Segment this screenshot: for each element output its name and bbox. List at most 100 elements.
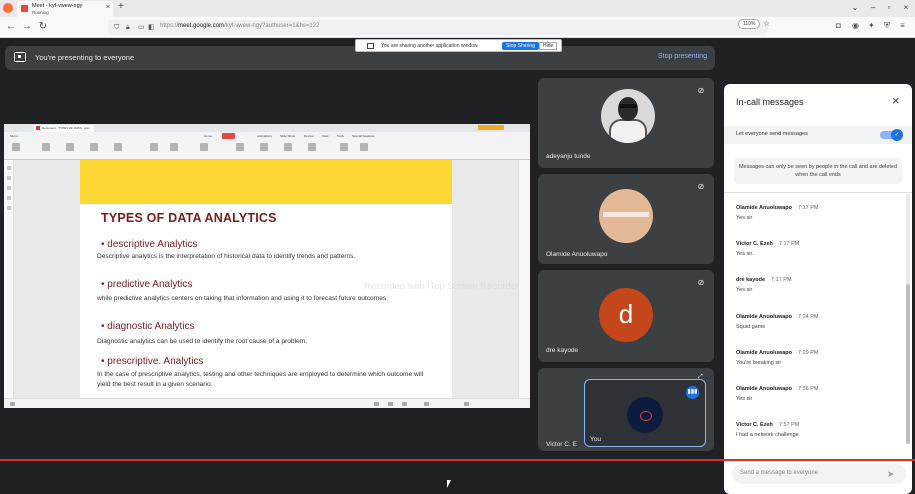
new-tab-icon[interactable]: + xyxy=(118,2,124,12)
chat-message: dre kayode 7:17 PM Yes sir xyxy=(736,277,792,293)
presentation-tool-icon xyxy=(200,143,208,151)
forward-icon[interactable]: → xyxy=(20,20,34,34)
chat-message: Victor C. Ezeh 7:57 PM I had a network ch… xyxy=(736,422,800,438)
message-time: 7:17 PM xyxy=(771,277,792,283)
presentation-app-menu-item: Slide Show xyxy=(280,134,296,138)
back-icon[interactable]: ← xyxy=(4,20,18,34)
presentation-tool-icon xyxy=(360,143,368,151)
chat-panel-title: In-call messages xyxy=(736,97,804,107)
mic-off-icon: ⊘ xyxy=(697,278,705,287)
status-icon xyxy=(464,402,469,406)
participant-name: Victor C. E xyxy=(546,441,577,448)
message-time: 7:57 PM xyxy=(778,422,800,428)
slide-section-body: while predictive analytics centers on ta… xyxy=(97,295,389,302)
tab-title: Meet - kyf-vwew-ngy xyxy=(32,3,83,9)
presentation-tool-icon xyxy=(236,143,244,151)
shield-extension-icon[interactable]: ⛨ xyxy=(884,21,890,31)
rail-icon xyxy=(7,196,11,200)
presentation-tool-icon xyxy=(114,143,122,151)
tab-list-icon[interactable]: ⌄ xyxy=(847,1,863,15)
presentation-app-menu-item: Menu xyxy=(10,134,18,138)
sharing-notice-text: You are sharing another application wind… xyxy=(381,43,479,49)
mouse-cursor-icon xyxy=(447,480,455,488)
self-view-tile[interactable]: ▮▮▮ You xyxy=(584,379,706,447)
status-icon xyxy=(10,402,15,406)
participant-tile[interactable]: ⊘ Olamide Anuoluwapo xyxy=(538,174,714,264)
extensions-icon[interactable]: ✦ xyxy=(868,21,875,31)
presentation-app-menu-item: View xyxy=(322,134,329,138)
presentation-tool-icon xyxy=(150,143,158,151)
stop-sharing-button[interactable]: Stop Sharing xyxy=(502,42,539,50)
url-text: https://meet.google.com/kyf-vwew-ngy?aut… xyxy=(160,23,320,29)
hide-notice-button[interactable]: Hide xyxy=(539,42,558,50)
participant-name: dre kayode xyxy=(546,347,579,354)
message-time: 7:29 PM xyxy=(798,350,819,356)
bookmark-star-icon[interactable]: ☆ xyxy=(763,19,770,28)
send-icon[interactable]: ➤ xyxy=(887,468,895,480)
status-icon xyxy=(424,402,429,406)
chat-message: Olamide Anuoluwapo 7:17 PM Yes sir xyxy=(736,205,819,221)
status-icon xyxy=(402,402,407,406)
slide: TYPES OF DATA ANALYTICS descriptive Anal… xyxy=(80,160,452,398)
slide-section-heading: descriptive Analytics xyxy=(101,239,197,250)
shield-icon[interactable]: ⛉ xyxy=(114,23,119,32)
app-menu-icon[interactable]: ≡ xyxy=(900,21,905,31)
participant-tile[interactable]: ⊘ d dre kayode xyxy=(538,270,714,362)
avatar-strip xyxy=(603,212,649,217)
presentation-tool-icon xyxy=(308,143,316,151)
chat-message: Victor C. Ezeh 7:17 PM Yes sir. xyxy=(736,241,799,257)
message-time: 7:36 PM xyxy=(798,386,819,392)
chat-permission-label: Let everyone send messages xyxy=(736,131,808,137)
presentation-tool-icon xyxy=(42,143,50,151)
participant-photo xyxy=(601,89,655,143)
presentation-tool-icon xyxy=(12,143,20,151)
participant-tile[interactable]: ⊘ adeyanju tunde xyxy=(538,78,714,168)
stop-presenting-button[interactable]: Stop presenting xyxy=(658,53,707,60)
reload-icon[interactable]: ↻ xyxy=(36,20,50,34)
message-sender: dre kayode 7:17 PM xyxy=(736,277,792,283)
message-text: You're breaking sir xyxy=(736,360,782,366)
in-call-messages-panel: In-call messages × Let everyone send mes… xyxy=(724,84,912,494)
participant-name: Olamide Anuoluwapo xyxy=(546,251,608,258)
maximize-icon[interactable]: ▫ xyxy=(881,1,897,15)
self-avatar-logo xyxy=(627,397,663,433)
pocket-icon[interactable]: ◘ xyxy=(836,21,841,31)
presentation-tool-icon xyxy=(66,143,74,151)
message-sender: Olamide Anuoluwapo 7:36 PM xyxy=(736,386,819,392)
firefox-menu-icon[interactable] xyxy=(3,3,13,13)
rail-icon xyxy=(7,166,11,170)
screen-share-indicator-icon[interactable]: ◧ xyxy=(148,23,155,32)
status-icon xyxy=(388,402,393,406)
photo-glasses xyxy=(619,104,637,108)
window-close-icon[interactable]: × xyxy=(898,1,914,15)
chat-privacy-notice: Messages can only be seen by people in t… xyxy=(734,158,902,184)
window-share-icon xyxy=(367,43,374,49)
close-icon[interactable]: × xyxy=(892,93,900,109)
account-icon[interactable]: ◉ xyxy=(852,21,859,31)
sharing-notice: You are sharing another application wind… xyxy=(355,39,562,52)
presentation-app-menu-item: Tools xyxy=(337,134,345,138)
chat-permission-toggle[interactable]: ✓ xyxy=(880,129,903,141)
presenting-text: You're presenting to everyone xyxy=(35,53,135,62)
recorder-watermark: Recorded with iTop Screen Recorder xyxy=(364,281,520,292)
camera-permission-icon[interactable]: ▭ xyxy=(138,23,145,32)
message-time: 7:24 PM xyxy=(798,314,819,320)
browser-tab[interactable]: Meet - kyf-vwew-ngy Running × xyxy=(17,1,113,17)
minimize-icon[interactable]: – xyxy=(865,1,881,15)
lock-icon[interactable]: 🔒︎ xyxy=(126,23,130,32)
slide-section-heading: diagnostic Analytics xyxy=(101,321,194,332)
chat-message-input[interactable]: Send a message to everyone ➤ xyxy=(732,464,906,484)
presentation-app-tab: Document - TYPES OF DATA...pptx xyxy=(34,125,94,132)
browser-nav-bar: ← → ↻ ⛉ 🔒︎ ▭ ◧ https://meet.google.com/k… xyxy=(0,17,915,38)
tab-close-icon[interactable]: × xyxy=(106,4,110,11)
message-text: Squid game xyxy=(736,324,766,330)
browser-tab-bar: Meet - kyf-vwew-ngy Running × + ⌄ – ▫ × xyxy=(0,0,915,17)
address-bar[interactable]: ⛉ 🔒︎ ▭ ◧ https://meet.google.com/kyf-vwe… xyxy=(108,20,768,35)
presentation-app-titlebar: Document - TYPES OF DATA...pptx xyxy=(4,124,530,132)
photo-face xyxy=(618,97,638,121)
presentation-tool-icon xyxy=(260,143,268,151)
chat-scrollbar-thumb[interactable] xyxy=(906,284,910,444)
zoom-level[interactable]: 110% xyxy=(738,19,761,29)
presentation-status-bar xyxy=(4,398,530,408)
slide-title: TYPES OF DATA ANALYTICS xyxy=(101,211,277,225)
